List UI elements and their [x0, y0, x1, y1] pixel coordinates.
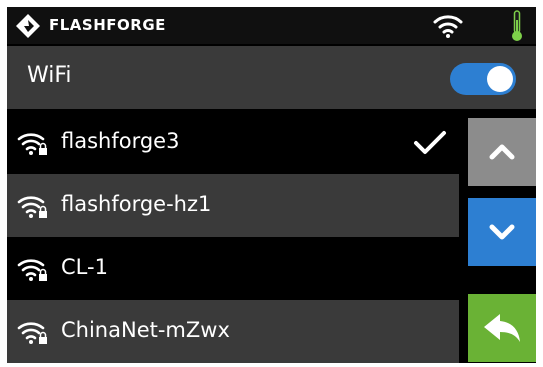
status-bar: FLASHFORGE: [7, 7, 536, 44]
network-ssid: CL-1: [61, 255, 108, 279]
back-button[interactable]: [468, 294, 536, 362]
brand-name: FLASHFORGE: [49, 16, 166, 34]
network-ssid: flashforge3: [61, 129, 180, 153]
check-icon: [414, 131, 446, 154]
network-ssid: flashforge-hz1: [61, 192, 212, 216]
network-item-chinanet-mzwx[interactable]: ChinaNet-mZwx: [7, 300, 459, 363]
scroll-down-button[interactable]: [468, 198, 536, 266]
chevron-down-icon: [489, 224, 515, 240]
wifi-lock-icon: [17, 196, 47, 218]
printer-screen: FLASHFORGE WiFi flashforge3 flashforge-h…: [7, 7, 536, 363]
wifi-title: WiFi: [27, 63, 72, 88]
thermometer-icon: [512, 10, 522, 41]
scroll-up-button[interactable]: [468, 118, 536, 186]
wifi-toggle[interactable]: [450, 63, 516, 95]
chevron-up-icon: [489, 144, 515, 160]
logo-icon: [16, 14, 40, 38]
network-list: flashforge3 flashforge-hz1 CL-1 ChinaNet…: [7, 111, 459, 363]
network-item-flashforge-hz1[interactable]: flashforge-hz1: [7, 174, 459, 237]
network-item-flashforge3[interactable]: flashforge3: [7, 111, 459, 174]
back-arrow-icon: [484, 314, 520, 342]
wifi-icon: [433, 15, 463, 38]
wifi-lock-icon: [17, 133, 47, 155]
wifi-lock-icon: [17, 259, 47, 281]
wifi-lock-icon: [17, 322, 47, 344]
toggle-knob: [487, 66, 513, 92]
wifi-settings-header: WiFi: [7, 46, 536, 109]
network-ssid: ChinaNet-mZwx: [61, 318, 230, 342]
network-item-cl-1[interactable]: CL-1: [7, 237, 459, 300]
